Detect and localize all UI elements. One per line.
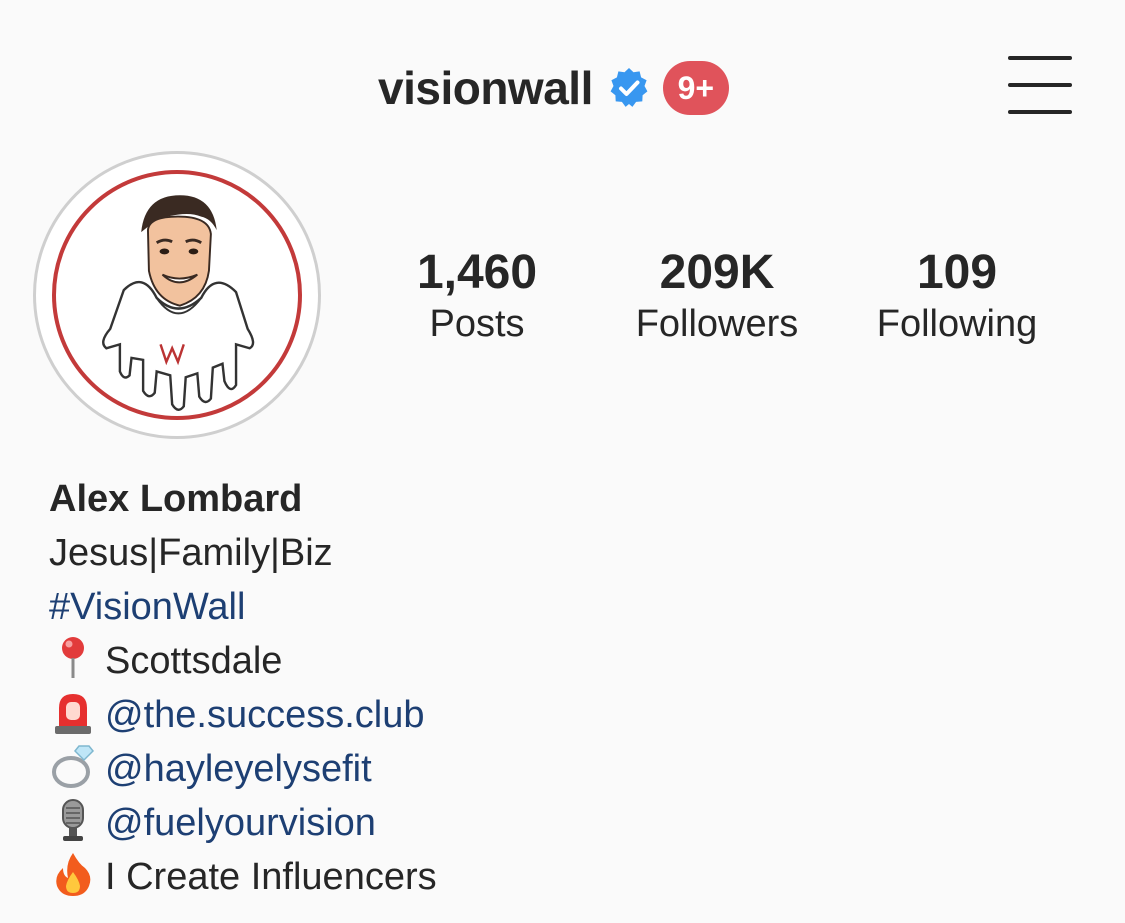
avatar-illustration — [52, 170, 302, 420]
posts-label: Posts — [429, 303, 525, 345]
following-label: Following — [876, 303, 1038, 345]
bio-link-success-club[interactable]: @the.success.club — [49, 688, 1089, 742]
closing-text: I Create Influencers — [105, 856, 437, 898]
followers-value: 209K — [659, 246, 775, 299]
bio-link-hayleyelysefit[interactable]: @hayleyelysefit — [49, 742, 1089, 796]
bio-hashtag-link[interactable]: #VisionWall — [49, 580, 1089, 634]
posts-value: 1,460 — [416, 246, 538, 299]
bio-tagline: Jesus|Family|Biz — [49, 532, 333, 574]
mention-link[interactable]: @fuelyourvision — [105, 802, 376, 844]
posts-count[interactable]: 1,460 Posts — [396, 245, 558, 347]
account-switcher[interactable]: visionwall 9+ — [378, 56, 729, 120]
round-pushpin-icon — [49, 634, 97, 682]
display-name: Alex Lombard — [49, 478, 303, 520]
hamburger-menu-icon[interactable] — [1008, 56, 1072, 114]
notification-badge[interactable]: 9+ — [662, 61, 729, 115]
location-text: Scottsdale — [105, 640, 283, 682]
police-light-icon — [49, 688, 97, 736]
bio-link-fuelyourvision[interactable]: @fuelyourvision — [49, 796, 1089, 850]
following-count[interactable]: 109 Following — [858, 245, 1056, 347]
followers-count[interactable]: 209K Followers — [616, 245, 818, 347]
microphone-icon — [49, 796, 97, 844]
username[interactable]: visionwall — [378, 61, 593, 115]
bio-location: Scottsdale — [49, 634, 1089, 688]
profile-bio: Alex Lombard Jesus|Family|Biz #VisionWal… — [49, 472, 1089, 904]
fire-icon — [49, 850, 97, 898]
following-value: 109 — [916, 246, 998, 299]
verified-badge-icon — [607, 66, 651, 110]
bio-closing: I Create Influencers — [49, 850, 1089, 904]
ring-icon — [49, 742, 97, 790]
profile-header: visionwall 9+ — [0, 52, 1125, 124]
profile-page: visionwall 9+ 1,460 Posts 209K Followers… — [0, 0, 1125, 923]
mention-link[interactable]: @the.success.club — [105, 694, 425, 736]
followers-label: Followers — [635, 303, 799, 345]
profile-avatar[interactable] — [33, 151, 321, 439]
mention-link[interactable]: @hayleyelysefit — [105, 748, 372, 790]
